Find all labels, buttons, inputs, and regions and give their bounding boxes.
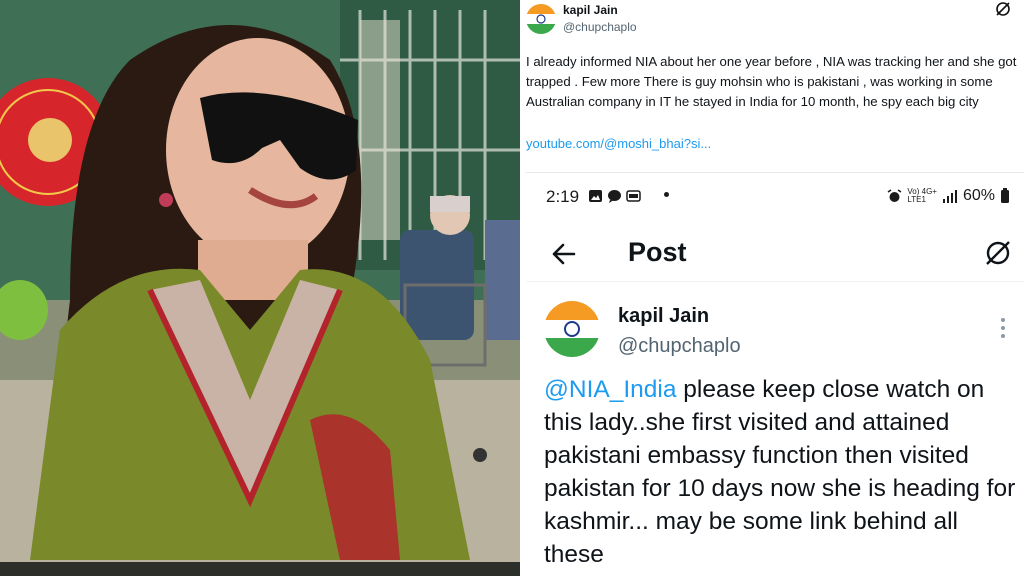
- status-bar: 2:19 Vo) 4G+ LTE1 60%: [526, 173, 1024, 221]
- post-author-handle[interactable]: @chupchaplo: [618, 335, 741, 358]
- battery-icon: [1001, 188, 1009, 203]
- tweet-link[interactable]: youtube.com/@moshi_bhai?si...: [526, 136, 711, 151]
- alarm-icon: [887, 189, 902, 202]
- author-name[interactable]: kapil Jain: [563, 3, 618, 17]
- author-avatar[interactable]: [526, 4, 556, 34]
- grok-icon[interactable]: [982, 237, 1014, 269]
- back-arrow-icon[interactable]: [552, 243, 576, 265]
- woman-at-border-photo: [0, 0, 520, 576]
- signal-icon: [942, 190, 957, 203]
- card-icon: [626, 190, 641, 202]
- avatar-flag-icon: [544, 301, 600, 357]
- mention-link[interactable]: @NIA_India: [544, 376, 676, 403]
- page-title: Post: [628, 237, 687, 267]
- post-author-name[interactable]: kapil Jain: [618, 305, 709, 328]
- author-handle[interactable]: @chupchaplo: [563, 20, 637, 34]
- post-nav-bar: Post: [526, 229, 1024, 282]
- post-text: @NIA_India please keep close watch on th…: [544, 373, 1020, 571]
- tweet-text: I already informed NIA about her one yea…: [526, 54, 1017, 109]
- post-body: please keep close watch on this lady..sh…: [544, 376, 1016, 568]
- x-logo-icon: [996, 2, 1010, 16]
- status-time: 2:19: [546, 187, 580, 206]
- post-author-avatar[interactable]: [544, 301, 600, 357]
- network-sublabel: LTE1: [907, 195, 926, 204]
- more-options-icon[interactable]: [1000, 317, 1006, 339]
- notification-dot-icon: [664, 192, 669, 197]
- gallery-icon: [589, 190, 602, 202]
- news-photo: [0, 0, 520, 576]
- image-bottom-strip: [0, 562, 520, 576]
- battery-percent: 60%: [962, 187, 995, 204]
- reply-tweet: kapil Jain @chupchaplo I already informe…: [520, 0, 1024, 172]
- chat-icon: [608, 190, 621, 203]
- avatar-flag-icon: [526, 4, 556, 34]
- phone-screenshot: 2:19 Vo) 4G+ LTE1 60% Post kapil Jain @c…: [526, 172, 1024, 577]
